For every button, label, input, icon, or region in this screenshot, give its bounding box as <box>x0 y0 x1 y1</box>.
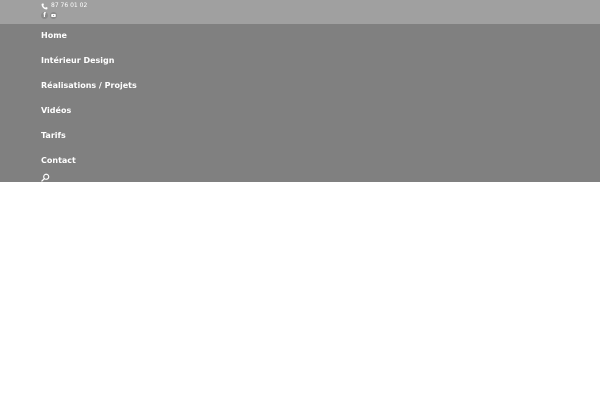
main-navigation: Home Intérieur Design Réalisations / Pro… <box>0 24 600 182</box>
facebook-icon[interactable]: f <box>41 12 48 19</box>
youtube-icon[interactable] <box>50 12 57 19</box>
nav-item-interieur-design[interactable]: Intérieur Design <box>41 56 114 66</box>
play-icon <box>51 14 56 17</box>
nav-item-contact[interactable]: Contact <box>41 156 76 166</box>
nav-item-realisations-projets[interactable]: Réalisations / Projets <box>41 81 137 91</box>
nav-item-home[interactable]: Home <box>41 31 67 41</box>
nav-item-tarifs[interactable]: Tarifs <box>41 131 66 141</box>
social-links: f <box>41 12 57 19</box>
phone-icon <box>41 3 48 9</box>
phone-contact[interactable]: 87 76 01 02 <box>41 1 87 11</box>
facebook-glyph: f <box>43 12 46 19</box>
search-button[interactable] <box>41 173 51 183</box>
search-icon <box>41 173 50 182</box>
top-bar: 87 76 01 02 f <box>0 0 600 24</box>
nav-item-videos[interactable]: Vidéos <box>41 106 71 116</box>
phone-number: 87 76 01 02 <box>51 2 88 9</box>
